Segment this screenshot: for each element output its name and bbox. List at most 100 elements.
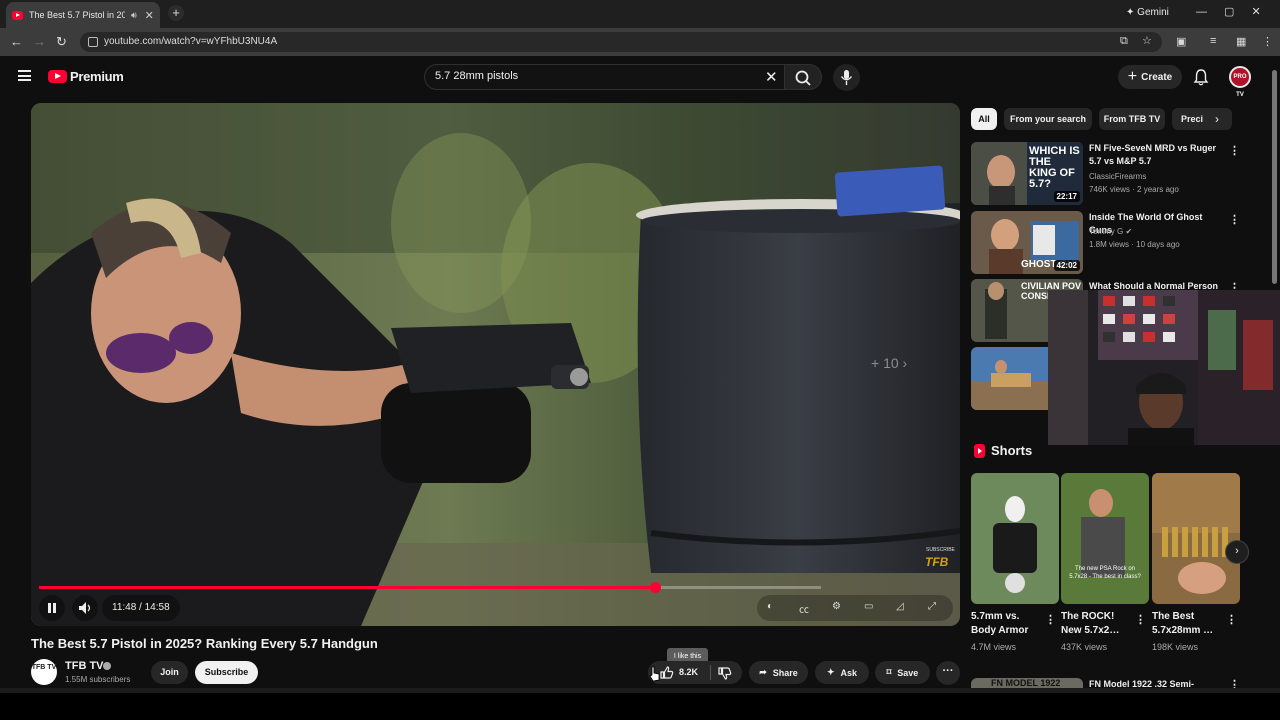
short-title[interactable]: The Best 5.7x28mm … [1152,610,1224,638]
hamburger-menu-icon[interactable] [18,70,31,81]
create-button[interactable]: + Create [1118,65,1182,89]
autoplay-toggle-icon[interactable]: ◐ [767,601,773,612]
settings-gear-icon[interactable]: ⚙ [832,601,841,612]
browser-tab[interactable]: The Best 5.7 Pistol in 2025 🔊︎ ✕ [6,2,160,28]
pause-icon [48,603,56,613]
logo-text: Premium [70,69,124,84]
gemini-icon: ✦ [1126,7,1138,18]
more-options-icon[interactable]: ⋮ [1045,613,1056,626]
video-player[interactable]: + 10 › SUBSCRIBE TFB 11:48 / 14:58 ◐ ㏄ ⚙… [31,103,960,626]
new-tab-button[interactable]: + [168,5,184,21]
gemini-button[interactable]: ✦ Gemini [1126,7,1169,18]
url-text[interactable]: youtube.com/watch?v=wYFhbU3NU4A [104,36,277,47]
channel-name-text: Tommy G [1089,227,1124,236]
chip-from-tfb-tv[interactable]: From TFB TV [1099,108,1165,130]
tab-audio-icon[interactable]: 🔊︎ [131,10,137,21]
ask-button[interactable]: ✦ Ask [815,661,869,684]
more-options-icon[interactable]: ⋮ [1229,144,1240,157]
short-views: 4.7M views [971,642,1017,652]
channel-name[interactable]: ClassicFirearms [1089,172,1146,181]
join-button[interactable]: Join [151,661,188,684]
channel-name[interactable]: TFB TV [65,660,104,672]
youtube-header: Premium ✕ + Create PRO TV [0,56,1270,100]
verified-badge-icon [103,662,111,670]
more-options-icon[interactable]: ⋮ [1229,213,1240,226]
chip-all[interactable]: All [971,108,997,130]
channel-avatar[interactable]: TFB TV [31,659,57,685]
captions-icon[interactable]: ㏄ [799,601,809,616]
scrollbar-thumb[interactable] [1272,70,1277,284]
fullscreen-icon[interactable]: ⤢ [928,601,936,612]
thumbs-up-icon[interactable] [659,665,674,680]
browser-menu-icon[interactable]: ⋮ [1262,35,1273,48]
chip-preci[interactable]: Preci [1172,108,1232,130]
short-caption: The new PSA Rock on 5.7x28 - The best in… [1069,566,1141,580]
cast-icon[interactable]: ◿ [896,601,904,612]
profile-icon[interactable]: ▦ [1236,35,1246,48]
recommendation-item[interactable]: GHOST GUI 42:02 Inside The World Of Ghos… [971,211,1251,275]
search-input[interactable] [435,70,735,82]
video-thumbnail[interactable]: GHOST GUI 42:02 [971,211,1083,274]
reload-icon[interactable]: ↻ [56,34,67,50]
short-thumbnail[interactable] [971,473,1059,604]
chip-from-your-search[interactable]: From your search [1004,108,1092,130]
media-controls-icon[interactable]: ≡ [1210,35,1216,47]
video-title: The Best 5.7 Pistol in 2025? Ranking Eve… [31,636,378,651]
more-options-icon[interactable]: ⋮ [1226,613,1237,626]
short-thumbnail[interactable]: The new PSA Rock on 5.7x28 - The best in… [1061,473,1149,604]
short-title[interactable]: 5.7mm vs. Body Armor [971,610,1043,638]
short-title[interactable]: The ROCK! New 5.7x2… [1061,610,1133,638]
video-duration: 42:02 [1053,260,1080,271]
notifications-bell-icon[interactable] [1193,68,1209,86]
short-thumbnail[interactable] [1152,473,1240,604]
bookmark-star-icon[interactable]: ☆ [1142,34,1152,47]
video-thumbnail[interactable]: WHICH IS THE KING OF 5.7? 22:17 [971,142,1083,205]
shorts-next-button[interactable]: › [1225,540,1249,564]
subscribe-button[interactable]: Subscribe [195,661,258,684]
progress-bar[interactable] [39,582,821,593]
time-display: 11:48 / 14:58 [102,595,180,621]
window-controls[interactable]: — ▢ ✕ [1196,5,1261,18]
like-divider [710,665,711,680]
video-duration: 22:17 [1053,191,1080,202]
like-dislike-group: 8.2K [648,661,742,684]
save-button[interactable]: ⌑ Save [875,661,930,684]
volume-button[interactable] [72,595,98,621]
video-thumbnail[interactable]: FN MODEL 1922 [971,678,1083,688]
miniplayer-icon[interactable]: ▭ [864,601,873,612]
thumbnail-text: WHICH IS THE KING OF 5.7? [1029,145,1080,190]
gemini-label: Gemini [1137,7,1169,18]
more-options-icon[interactable]: ⋮ [1135,613,1146,626]
account-avatar[interactable]: PRO TV [1229,66,1251,98]
shorts-title: Shorts [991,443,1033,458]
bookmark-icon: ⌑ [886,667,892,677]
site-info-icon[interactable] [88,37,98,47]
more-actions-button[interactable]: ··· [936,661,960,685]
install-app-icon[interactable]: ⧉ [1120,35,1128,48]
player-right-controls: ◐ ㏄ ⚙ ▭ ◿ ⤢ [757,595,953,621]
thumbs-down-icon[interactable] [717,666,732,681]
search-box[interactable]: ✕ [424,64,786,90]
clear-search-icon[interactable]: ✕ [765,68,778,86]
shorts-logo-icon [974,443,985,458]
address-bar[interactable]: youtube.com/watch?v=wYFhbU3NU4A ⧉ ☆ [80,32,1162,52]
back-icon[interactable]: ← [10,34,23,49]
like-count[interactable]: 8.2K [679,667,698,677]
watermark-logo: TFB [925,555,949,569]
voice-search-button[interactable] [833,64,860,91]
channel-name[interactable]: Tommy G ✔ [1089,227,1132,236]
chips-next-icon[interactable]: › [1215,112,1219,126]
search-button[interactable] [784,64,822,90]
short-thumbnail-art [1061,473,1149,604]
pause-button[interactable] [39,595,65,621]
shorts-header: Shorts [974,443,1032,458]
share-button[interactable]: ➦ Share [749,661,808,684]
tab-close-icon[interactable]: ✕ [145,9,154,22]
subscriber-count: 1.55M subscribers [65,675,131,684]
plus-icon: + [1127,68,1138,85]
youtube-premium-logo[interactable]: Premium [48,69,124,84]
video-title[interactable]: FN Five-SeveN MRD vs Ruger 5.7 vs M&P 5.… [1089,142,1227,168]
forward-icon[interactable]: → [33,34,46,49]
extensions-icon[interactable]: ▣ [1176,35,1186,48]
recommendation-item[interactable]: WHICH IS THE KING OF 5.7? 22:17 FN Five-… [971,142,1251,206]
